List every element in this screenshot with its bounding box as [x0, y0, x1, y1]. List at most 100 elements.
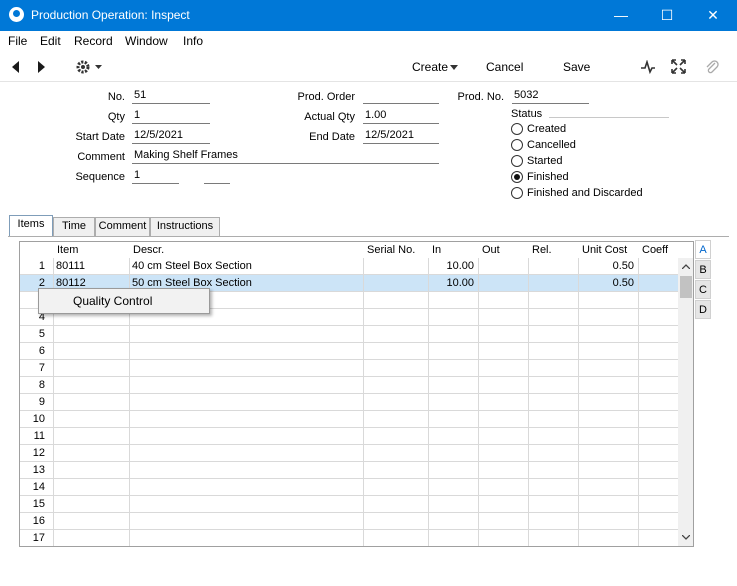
cell-in[interactable]	[428, 309, 478, 325]
cell-out[interactable]	[478, 411, 528, 427]
cell-rel[interactable]	[528, 462, 578, 478]
table-row[interactable]: 9	[20, 394, 678, 411]
cell-coeff[interactable]	[638, 309, 678, 325]
prod-order-field[interactable]	[363, 89, 439, 104]
cell-serial[interactable]	[363, 445, 428, 461]
maximize-button[interactable]: ☐	[644, 0, 690, 31]
cell-rel[interactable]	[528, 326, 578, 342]
cell-descr[interactable]	[129, 445, 363, 461]
cell-rel[interactable]	[528, 292, 578, 308]
cell-cost[interactable]	[578, 462, 638, 478]
cell-coeff[interactable]	[638, 258, 678, 274]
menu-record[interactable]: Record	[74, 34, 113, 48]
cell-out[interactable]	[478, 343, 528, 359]
cell-cost[interactable]	[578, 530, 638, 546]
cell-out[interactable]	[478, 360, 528, 376]
cell-coeff[interactable]	[638, 428, 678, 444]
cell-coeff[interactable]	[638, 275, 678, 291]
cell-cost[interactable]	[578, 479, 638, 495]
cell-rel[interactable]	[528, 394, 578, 410]
cell-rel[interactable]	[528, 377, 578, 393]
cancel-button[interactable]: Cancel	[486, 60, 523, 74]
table-row[interactable]: 17	[20, 530, 678, 546]
cell-item[interactable]	[53, 513, 129, 529]
cell-serial[interactable]	[363, 513, 428, 529]
cell-item[interactable]: 80111	[53, 258, 129, 274]
side-tab-d[interactable]: D	[695, 300, 711, 319]
cell-in[interactable]	[428, 360, 478, 376]
cell-serial[interactable]	[363, 428, 428, 444]
expand-icon[interactable]	[671, 59, 686, 74]
cell-serial[interactable]	[363, 377, 428, 393]
table-row[interactable]: 8	[20, 377, 678, 394]
cell-cost[interactable]: 0.50	[578, 258, 638, 274]
cell-serial[interactable]	[363, 479, 428, 495]
start-date-field[interactable]: 12/5/2021	[132, 129, 210, 144]
cell-cost[interactable]	[578, 428, 638, 444]
scroll-up-icon[interactable]	[682, 264, 690, 269]
paperclip-icon[interactable]	[705, 59, 719, 75]
status-created-radio[interactable]	[511, 123, 523, 135]
table-row[interactable]: 5	[20, 326, 678, 343]
cell-coeff[interactable]	[638, 326, 678, 342]
cell-coeff[interactable]	[638, 411, 678, 427]
gear-icon[interactable]	[75, 59, 103, 75]
cell-descr[interactable]	[129, 394, 363, 410]
table-row[interactable]: 14	[20, 479, 678, 496]
cell-out[interactable]	[478, 428, 528, 444]
cell-rel[interactable]	[528, 275, 578, 291]
cell-out[interactable]	[478, 309, 528, 325]
cell-item[interactable]	[53, 360, 129, 376]
side-tab-c[interactable]: C	[695, 280, 711, 299]
menu-file[interactable]: File	[8, 34, 27, 48]
cell-item[interactable]	[53, 343, 129, 359]
cell-serial[interactable]	[363, 326, 428, 342]
cell-in[interactable]	[428, 513, 478, 529]
table-row[interactable]: 15	[20, 496, 678, 513]
cell-out[interactable]	[478, 275, 528, 291]
cell-in[interactable]	[428, 411, 478, 427]
cell-in[interactable]	[428, 445, 478, 461]
status-started-radio[interactable]	[511, 155, 523, 167]
cell-coeff[interactable]	[638, 496, 678, 512]
cell-rel[interactable]	[528, 445, 578, 461]
cell-descr[interactable]	[129, 326, 363, 342]
cell-serial[interactable]	[363, 394, 428, 410]
cell-in[interactable]	[428, 479, 478, 495]
cell-item[interactable]	[53, 394, 129, 410]
cell-in[interactable]	[428, 394, 478, 410]
cell-descr[interactable]	[129, 360, 363, 376]
cell-cost[interactable]	[578, 513, 638, 529]
cell-serial[interactable]	[363, 309, 428, 325]
quality-control-menu-item[interactable]: Quality Control	[73, 294, 152, 308]
cell-cost[interactable]	[578, 292, 638, 308]
cell-descr[interactable]	[129, 428, 363, 444]
end-date-field[interactable]: 12/5/2021	[363, 129, 439, 144]
menu-window[interactable]: Window	[125, 34, 168, 48]
cell-rel[interactable]	[528, 258, 578, 274]
status-finished-radio[interactable]	[511, 171, 523, 183]
cell-out[interactable]	[478, 377, 528, 393]
no-field[interactable]: 51	[132, 89, 210, 104]
cell-rel[interactable]	[528, 513, 578, 529]
cell-coeff[interactable]	[638, 377, 678, 393]
minimize-button[interactable]: —	[598, 0, 644, 31]
cell-out[interactable]	[478, 394, 528, 410]
sequence-field-2[interactable]	[204, 169, 230, 184]
cell-item[interactable]	[53, 530, 129, 546]
activity-icon[interactable]	[640, 60, 656, 74]
table-row[interactable]: 6	[20, 343, 678, 360]
qty-field[interactable]: 1	[132, 109, 210, 124]
cell-serial[interactable]	[363, 360, 428, 376]
cell-cost[interactable]	[578, 360, 638, 376]
cell-rel[interactable]	[528, 479, 578, 495]
cell-descr[interactable]	[129, 462, 363, 478]
cell-coeff[interactable]	[638, 292, 678, 308]
vertical-scrollbar[interactable]	[678, 258, 693, 546]
cell-out[interactable]	[478, 292, 528, 308]
table-row[interactable]: 12	[20, 445, 678, 462]
cell-coeff[interactable]	[638, 462, 678, 478]
scroll-down-icon[interactable]	[682, 535, 690, 540]
table-row[interactable]: 13	[20, 462, 678, 479]
next-record-icon[interactable]	[37, 60, 47, 74]
